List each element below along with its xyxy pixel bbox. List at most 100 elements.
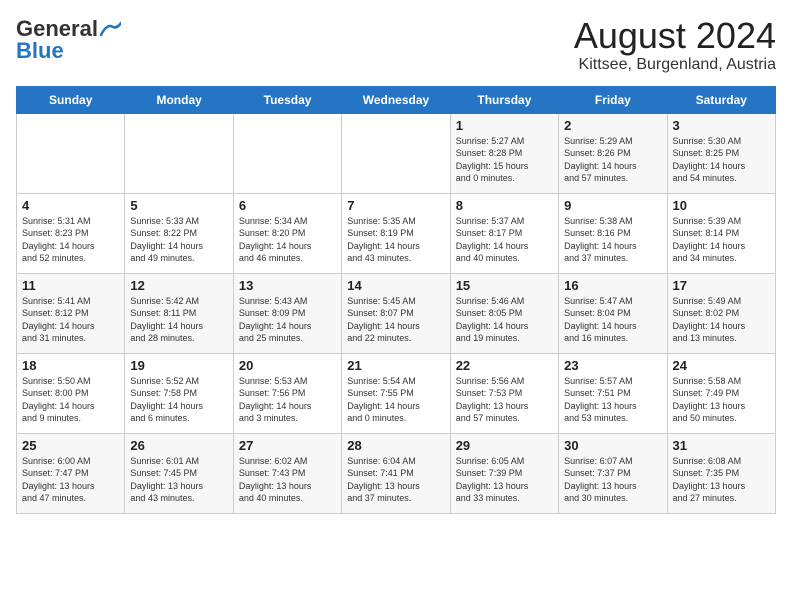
day-number: 12 bbox=[130, 278, 227, 293]
day-number: 17 bbox=[673, 278, 770, 293]
day-info: Sunrise: 5:54 AM Sunset: 7:55 PM Dayligh… bbox=[347, 375, 444, 425]
day-number: 26 bbox=[130, 438, 227, 453]
calendar-body: 1Sunrise: 5:27 AM Sunset: 8:28 PM Daylig… bbox=[17, 113, 776, 513]
day-info: Sunrise: 5:58 AM Sunset: 7:49 PM Dayligh… bbox=[673, 375, 770, 425]
day-info: Sunrise: 5:38 AM Sunset: 8:16 PM Dayligh… bbox=[564, 215, 661, 265]
calendar-cell: 30 Sunrise: 6:07 AM Sunset: 7:37 PM Dayli… bbox=[559, 433, 667, 513]
day-info: Sunrise: 5:33 AM Sunset: 8:22 PM Dayligh… bbox=[130, 215, 227, 265]
calendar-cell bbox=[342, 113, 450, 193]
day-info: Sunrise: 6:07 AM Sunset: 7:37 PM Dayligh… bbox=[564, 455, 661, 505]
day-number: 23 bbox=[564, 358, 661, 373]
day-info: Sunrise: 6:01 AM Sunset: 7:45 PM Dayligh… bbox=[130, 455, 227, 505]
day-info: Sunrise: 6:05 AM Sunset: 7:39 PM Dayligh… bbox=[456, 455, 553, 505]
day-number: 18 bbox=[22, 358, 119, 373]
day-number: 11 bbox=[22, 278, 119, 293]
calendar-cell: 29 Sunrise: 6:05 AM Sunset: 7:39 PM Dayli… bbox=[450, 433, 558, 513]
day-number: 20 bbox=[239, 358, 336, 373]
day-info: Sunrise: 5:43 AM Sunset: 8:09 PM Dayligh… bbox=[239, 295, 336, 345]
calendar-cell: 9 Sunrise: 5:38 AM Sunset: 8:16 PM Daylig… bbox=[559, 193, 667, 273]
day-info: Sunrise: 5:41 AM Sunset: 8:12 PM Dayligh… bbox=[22, 295, 119, 345]
calendar-cell: 23 Sunrise: 5:57 AM Sunset: 7:51 PM Dayli… bbox=[559, 353, 667, 433]
day-number: 15 bbox=[456, 278, 553, 293]
calendar-cell: 25Sunrise: 6:00 AM Sunset: 7:47 PM Dayli… bbox=[17, 433, 125, 513]
day-number: 31 bbox=[673, 438, 770, 453]
weekday-header-thursday: Thursday bbox=[450, 86, 558, 113]
calendar-cell bbox=[17, 113, 125, 193]
day-info: Sunrise: 5:31 AM Sunset: 8:23 PM Dayligh… bbox=[22, 215, 119, 265]
day-number: 2 bbox=[564, 118, 661, 133]
day-number: 13 bbox=[239, 278, 336, 293]
day-info: Sunrise: 6:02 AM Sunset: 7:43 PM Dayligh… bbox=[239, 455, 336, 505]
day-info: Sunrise: 5:42 AM Sunset: 8:11 PM Dayligh… bbox=[130, 295, 227, 345]
calendar-cell: 31 Sunrise: 6:08 AM Sunset: 7:35 PM Dayli… bbox=[667, 433, 775, 513]
day-info: Sunrise: 5:39 AM Sunset: 8:14 PM Dayligh… bbox=[673, 215, 770, 265]
logo-bird-icon bbox=[99, 21, 121, 37]
calendar-week-2: 4 Sunrise: 5:31 AM Sunset: 8:23 PM Daylig… bbox=[17, 193, 776, 273]
day-info: Sunrise: 5:49 AM Sunset: 8:02 PM Dayligh… bbox=[673, 295, 770, 345]
day-info: Sunrise: 5:27 AM Sunset: 8:28 PM Dayligh… bbox=[456, 135, 553, 185]
day-info: Sunrise: 6:08 AM Sunset: 7:35 PM Dayligh… bbox=[673, 455, 770, 505]
day-number: 29 bbox=[456, 438, 553, 453]
weekday-header-saturday: Saturday bbox=[667, 86, 775, 113]
month-year: August 2024 bbox=[574, 16, 776, 56]
weekday-header-tuesday: Tuesday bbox=[233, 86, 341, 113]
calendar-cell: 13 Sunrise: 5:43 AM Sunset: 8:09 PM Dayli… bbox=[233, 273, 341, 353]
day-number: 9 bbox=[564, 198, 661, 213]
calendar-cell: 21Sunrise: 5:54 AM Sunset: 7:55 PM Dayli… bbox=[342, 353, 450, 433]
calendar-week-5: 25Sunrise: 6:00 AM Sunset: 7:47 PM Dayli… bbox=[17, 433, 776, 513]
logo-blue: Blue bbox=[16, 38, 64, 64]
calendar-cell: 14Sunrise: 5:45 AM Sunset: 8:07 PM Dayli… bbox=[342, 273, 450, 353]
calendar-cell: 10 Sunrise: 5:39 AM Sunset: 8:14 PM Dayli… bbox=[667, 193, 775, 273]
calendar-cell: 7 Sunrise: 5:35 AM Sunset: 8:19 PM Daylig… bbox=[342, 193, 450, 273]
weekday-header-sunday: Sunday bbox=[17, 86, 125, 113]
day-number: 19 bbox=[130, 358, 227, 373]
calendar-cell: 28 Sunrise: 6:04 AM Sunset: 7:41 PM Dayli… bbox=[342, 433, 450, 513]
day-info: Sunrise: 5:47 AM Sunset: 8:04 PM Dayligh… bbox=[564, 295, 661, 345]
weekday-row: SundayMondayTuesdayWednesdayThursdayFrid… bbox=[17, 86, 776, 113]
calendar-cell: 3 Sunrise: 5:30 AM Sunset: 8:25 PM Daylig… bbox=[667, 113, 775, 193]
day-number: 27 bbox=[239, 438, 336, 453]
calendar-cell: 5Sunrise: 5:33 AM Sunset: 8:22 PM Daylig… bbox=[125, 193, 233, 273]
calendar-cell: 1Sunrise: 5:27 AM Sunset: 8:28 PM Daylig… bbox=[450, 113, 558, 193]
calendar-cell: 11 Sunrise: 5:41 AM Sunset: 8:12 PM Dayli… bbox=[17, 273, 125, 353]
calendar-table: SundayMondayTuesdayWednesdayThursdayFrid… bbox=[16, 86, 776, 514]
calendar-cell: 22Sunrise: 5:56 AM Sunset: 7:53 PM Dayli… bbox=[450, 353, 558, 433]
day-info: Sunrise: 5:34 AM Sunset: 8:20 PM Dayligh… bbox=[239, 215, 336, 265]
calendar-cell: 4 Sunrise: 5:31 AM Sunset: 8:23 PM Daylig… bbox=[17, 193, 125, 273]
day-info: Sunrise: 5:29 AM Sunset: 8:26 PM Dayligh… bbox=[564, 135, 661, 185]
day-info: Sunrise: 5:57 AM Sunset: 7:51 PM Dayligh… bbox=[564, 375, 661, 425]
day-number: 10 bbox=[673, 198, 770, 213]
calendar-week-1: 1Sunrise: 5:27 AM Sunset: 8:28 PM Daylig… bbox=[17, 113, 776, 193]
day-number: 30 bbox=[564, 438, 661, 453]
calendar-cell: 27 Sunrise: 6:02 AM Sunset: 7:43 PM Dayli… bbox=[233, 433, 341, 513]
day-info: Sunrise: 5:53 AM Sunset: 7:56 PM Dayligh… bbox=[239, 375, 336, 425]
day-number: 24 bbox=[673, 358, 770, 373]
day-info: Sunrise: 5:46 AM Sunset: 8:05 PM Dayligh… bbox=[456, 295, 553, 345]
day-number: 22 bbox=[456, 358, 553, 373]
day-info: Sunrise: 5:45 AM Sunset: 8:07 PM Dayligh… bbox=[347, 295, 444, 345]
calendar-cell bbox=[233, 113, 341, 193]
calendar-cell: 26 Sunrise: 6:01 AM Sunset: 7:45 PM Dayli… bbox=[125, 433, 233, 513]
day-number: 28 bbox=[347, 438, 444, 453]
day-number: 3 bbox=[673, 118, 770, 133]
day-info: Sunrise: 5:35 AM Sunset: 8:19 PM Dayligh… bbox=[347, 215, 444, 265]
page-header: General Blue August 2024 Kittsee, Burgen… bbox=[16, 16, 776, 74]
day-number: 7 bbox=[347, 198, 444, 213]
day-number: 6 bbox=[239, 198, 336, 213]
day-info: Sunrise: 5:50 AM Sunset: 8:00 PM Dayligh… bbox=[22, 375, 119, 425]
logo: General Blue bbox=[16, 16, 122, 64]
calendar-header: SundayMondayTuesdayWednesdayThursdayFrid… bbox=[17, 86, 776, 113]
calendar-cell: 17 Sunrise: 5:49 AM Sunset: 8:02 PM Dayli… bbox=[667, 273, 775, 353]
title-block: August 2024 Kittsee, Burgenland, Austria bbox=[574, 16, 776, 74]
weekday-header-friday: Friday bbox=[559, 86, 667, 113]
day-number: 4 bbox=[22, 198, 119, 213]
day-info: Sunrise: 5:30 AM Sunset: 8:25 PM Dayligh… bbox=[673, 135, 770, 185]
calendar-cell: 8Sunrise: 5:37 AM Sunset: 8:17 PM Daylig… bbox=[450, 193, 558, 273]
calendar-cell: 15 Sunrise: 5:46 AM Sunset: 8:05 PM Dayli… bbox=[450, 273, 558, 353]
calendar-cell: 2 Sunrise: 5:29 AM Sunset: 8:26 PM Daylig… bbox=[559, 113, 667, 193]
day-number: 16 bbox=[564, 278, 661, 293]
calendar-cell: 6 Sunrise: 5:34 AM Sunset: 8:20 PM Daylig… bbox=[233, 193, 341, 273]
day-info: Sunrise: 6:04 AM Sunset: 7:41 PM Dayligh… bbox=[347, 455, 444, 505]
calendar-cell: 19Sunrise: 5:52 AM Sunset: 7:58 PM Dayli… bbox=[125, 353, 233, 433]
day-info: Sunrise: 6:00 AM Sunset: 7:47 PM Dayligh… bbox=[22, 455, 119, 505]
